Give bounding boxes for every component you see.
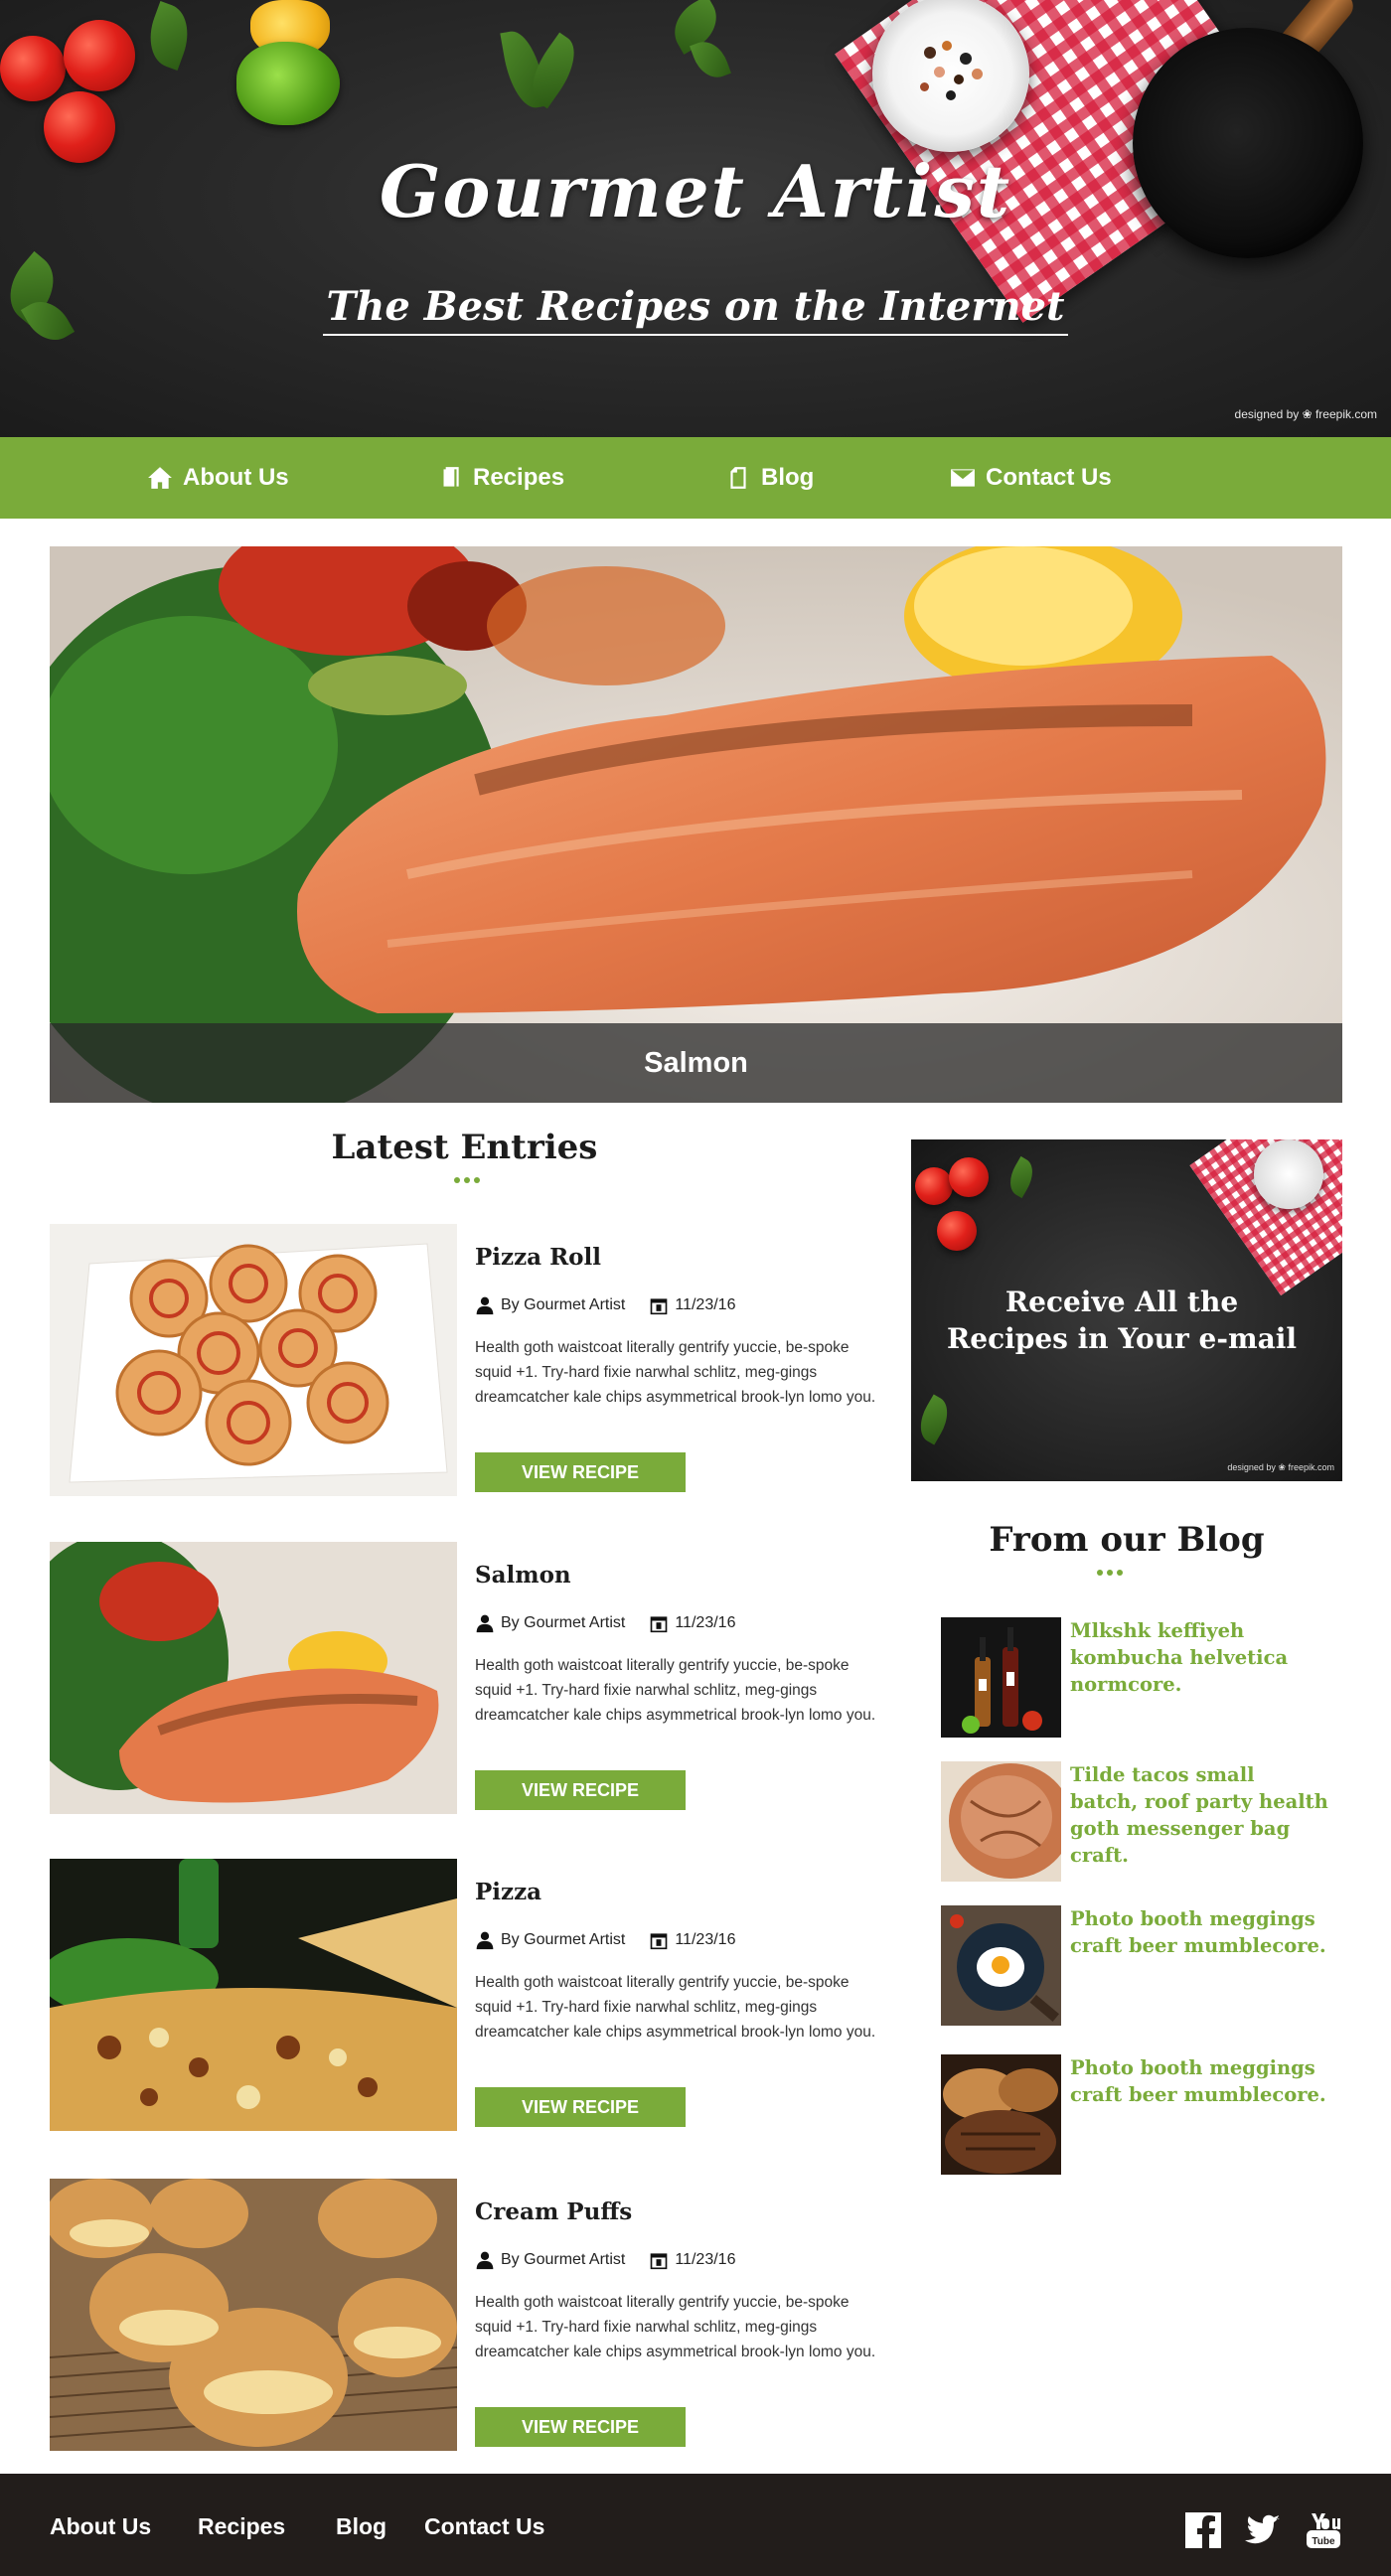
- document-icon: [443, 467, 459, 487]
- view-recipe-button[interactable]: VIEW RECIPE: [475, 2407, 686, 2447]
- leaf-decoration: [911, 1394, 957, 1445]
- view-recipe-button[interactable]: VIEW RECIPE: [475, 1770, 686, 1810]
- entry-date: 11/23/16: [675, 2251, 736, 2268]
- facebook-icon[interactable]: [1183, 2510, 1223, 2550]
- tomato-decoration: [0, 36, 66, 101]
- page-icon: [730, 467, 746, 489]
- calendar-icon: [651, 2253, 668, 2270]
- entry-author: By Gourmet Artist: [501, 1614, 626, 1631]
- green-pepper-decoration: [236, 42, 340, 125]
- nav-item-about-us[interactable]: About Us: [147, 437, 289, 519]
- view-recipe-button[interactable]: VIEW RECIPE: [475, 1452, 686, 1492]
- nav-item-contact-us[interactable]: Contact Us: [950, 437, 1112, 519]
- pizza-photo[interactable]: [50, 1859, 457, 2131]
- calendar-icon: [651, 1298, 668, 1315]
- twitter-icon[interactable]: [1242, 2510, 1282, 2550]
- calendar-icon: [651, 1933, 668, 1950]
- svg-text:Tube: Tube: [1312, 2536, 1335, 2547]
- entry-title[interactable]: Pizza Roll: [475, 1244, 601, 1271]
- hero-header: Gourmet Artist The Best Recipes on the I…: [0, 0, 1391, 437]
- nav-item-recipes[interactable]: Recipes: [437, 437, 564, 519]
- recipe-entry: Salmon By Gourmet Artist 11/23/16 Health…: [50, 1542, 889, 1814]
- newsletter-banner[interactable]: Receive All the Recipes in Your e-mail d…: [911, 1139, 1342, 1481]
- blog-post-item[interactable]: Tilde tacos small batch, roof party heal…: [941, 1761, 1338, 1883]
- bread-photo: [941, 1761, 1061, 1882]
- footer: About Us Recipes Blog Contact Us Tube: [0, 2474, 1391, 2576]
- design-credit: designed by ❀ freepik.com: [1227, 1462, 1334, 1472]
- entry-title[interactable]: Salmon: [475, 1562, 571, 1589]
- blog-post-title[interactable]: Photo booth meggings craft beer mumbleco…: [1070, 2054, 1328, 2108]
- youtube-icon[interactable]: Tube: [1304, 2510, 1343, 2550]
- fried-egg-pan-photo: [941, 1905, 1061, 2026]
- tomato-decoration: [64, 20, 135, 91]
- nav-item-blog[interactable]: Blog: [725, 437, 814, 519]
- entry-excerpt: Health goth waistcoat literally gentrify…: [475, 1657, 876, 1724]
- recipe-entry: Pizza Roll By Gourmet Artist 11/23/16 He…: [50, 1224, 889, 1496]
- leaf-decoration: [139, 0, 199, 72]
- entry-excerpt: Health goth waistcoat literally gentrify…: [475, 1339, 876, 1406]
- entry-date: 11/23/16: [675, 1931, 736, 1948]
- salmon-photo[interactable]: [50, 1542, 457, 1814]
- spice-bowl-decoration: [872, 0, 1029, 152]
- main-nav: About Us Recipes Blog Contact Us: [0, 437, 1391, 519]
- tomato-decoration: [949, 1157, 989, 1197]
- recipe-entry: Pizza By Gourmet Artist 11/23/16 Health …: [50, 1859, 889, 2131]
- blog-post-title[interactable]: Tilde tacos small batch, roof party heal…: [1070, 1761, 1328, 1869]
- salmon-photo: [50, 546, 1342, 1103]
- blog-post-item[interactable]: Mlkshk keffiyeh kombucha helvetica normc…: [941, 1617, 1338, 1739]
- slider-caption: Salmon: [50, 1023, 1342, 1103]
- blog-post-title[interactable]: Photo booth meggings craft beer mumbleco…: [1070, 1905, 1328, 1959]
- title-divider-dots: [454, 1177, 480, 1183]
- featured-slider[interactable]: Salmon: [50, 546, 1342, 1103]
- view-recipe-button[interactable]: VIEW RECIPE: [475, 2087, 686, 2127]
- cream-puffs-photo[interactable]: [50, 2179, 457, 2451]
- site-title: Gourmet Artist: [379, 149, 1012, 233]
- tomato-decoration: [937, 1211, 977, 1251]
- leaf-decoration: [1003, 1155, 1040, 1199]
- home-icon: [148, 467, 172, 489]
- entry-meta: By Gourmet Artist 11/23/16: [475, 2250, 735, 2270]
- entry-author: By Gourmet Artist: [501, 2251, 626, 2268]
- user-icon: [476, 1931, 494, 1950]
- bread-loaves-photo: [941, 2054, 1061, 2175]
- entry-excerpt: Health goth waistcoat literally gentrify…: [475, 2294, 876, 2360]
- footer-link-contact-us[interactable]: Contact Us: [424, 2513, 544, 2540]
- recipe-entry: Cream Puffs By Gourmet Artist 11/23/16 H…: [50, 2179, 889, 2451]
- title-divider-dots: [1097, 1570, 1123, 1576]
- entry-excerpt: Health goth waistcoat literally gentrify…: [475, 1974, 876, 2041]
- leaf-decoration: [690, 36, 731, 83]
- blog-post-item[interactable]: Photo booth meggings craft beer mumbleco…: [941, 1905, 1338, 2027]
- latest-entries-title: Latest Entries: [331, 1128, 598, 1167]
- entry-date: 11/23/16: [675, 1614, 736, 1631]
- user-icon: [476, 1296, 494, 1315]
- entry-meta: By Gourmet Artist 11/23/16: [475, 1930, 735, 1950]
- footer-link-about-us[interactable]: About Us: [50, 2513, 151, 2540]
- entry-author: By Gourmet Artist: [501, 1931, 626, 1948]
- design-credit: designed by ❀ freepik.com: [1234, 407, 1377, 421]
- envelope-icon: [951, 469, 975, 487]
- spice-bowl-decoration: [1254, 1139, 1323, 1209]
- entry-meta: By Gourmet Artist 11/23/16: [475, 1613, 735, 1633]
- entry-author: By Gourmet Artist: [501, 1296, 626, 1313]
- pizza-roll-photo[interactable]: [50, 1224, 457, 1496]
- site-tagline: The Best Recipes on the Internet: [0, 283, 1391, 336]
- blog-post-item[interactable]: Photo booth meggings craft beer mumbleco…: [941, 2054, 1338, 2176]
- tomato-decoration: [915, 1167, 953, 1205]
- entry-title[interactable]: Pizza: [475, 1879, 541, 1905]
- calendar-icon: [651, 1616, 668, 1633]
- user-icon: [476, 1614, 494, 1633]
- entry-title[interactable]: Cream Puffs: [475, 2198, 632, 2225]
- entry-date: 11/23/16: [675, 1296, 736, 1313]
- blog-section-title: From our Blog: [989, 1520, 1265, 1560]
- bottles-photo: [941, 1617, 1061, 1738]
- blog-post-title[interactable]: Mlkshk keffiyeh kombucha helvetica normc…: [1070, 1617, 1328, 1698]
- footer-link-blog[interactable]: Blog: [336, 2513, 386, 2540]
- user-icon: [476, 2251, 494, 2270]
- entry-meta: By Gourmet Artist 11/23/16: [475, 1295, 735, 1315]
- footer-link-recipes[interactable]: Recipes: [198, 2513, 285, 2540]
- newsletter-text: Receive All the Recipes in Your e-mail: [947, 1286, 1297, 1355]
